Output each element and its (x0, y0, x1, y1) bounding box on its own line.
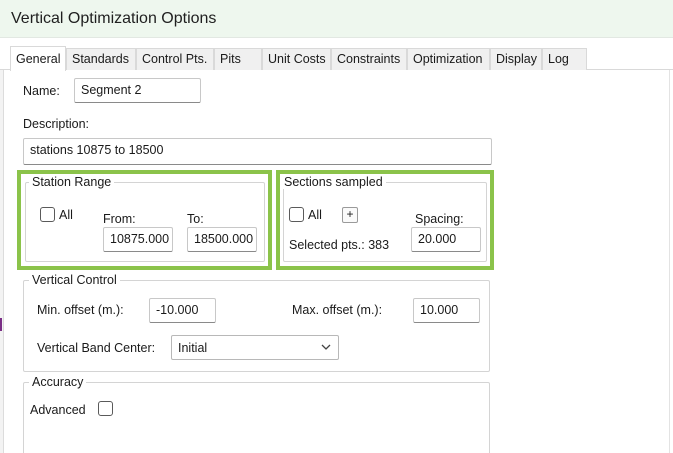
name-field[interactable]: Segment 2 (74, 78, 201, 103)
station-range-title: Station Range (29, 175, 115, 189)
accuracy-group (23, 382, 490, 453)
band-center-label: Vertical Band Center: (37, 341, 156, 355)
add-section-button[interactable]: + (342, 207, 358, 223)
to-field[interactable]: 18500.000 (187, 227, 257, 252)
selected-points-label: Selected pts.: 383 (289, 238, 390, 252)
side-marker (0, 318, 2, 331)
station-range-all-checkbox[interactable] (40, 207, 55, 222)
left-panel-edge (0, 70, 4, 453)
tab-pits[interactable]: Pits (214, 48, 262, 70)
tab-standards[interactable]: Standards (66, 48, 136, 70)
max-offset-field[interactable]: 10.000 (413, 298, 480, 323)
spacing-field[interactable]: 20.000 (411, 227, 481, 252)
sections-all-checkbox[interactable] (289, 207, 304, 222)
accuracy-title: Accuracy (29, 375, 87, 389)
sections-sampled-title: Sections sampled (281, 175, 386, 189)
band-center-select[interactable]: Initial (171, 335, 339, 360)
sections-all-label: All (308, 208, 322, 222)
description-label: Description: (23, 117, 89, 131)
band-center-value: Initial (178, 341, 208, 355)
tab-unit-costs[interactable]: Unit Costs (262, 48, 331, 70)
station-range-all-label: All (59, 208, 73, 222)
advanced-checkbox[interactable] (98, 401, 113, 416)
tab-log[interactable]: Log (542, 48, 587, 70)
chevron-down-icon (321, 344, 331, 350)
right-panel-edge (669, 70, 670, 453)
title-bar: Vertical Optimization Options (0, 0, 673, 38)
window-title: Vertical Optimization Options (11, 10, 217, 27)
tab-optimization[interactable]: Optimization (407, 48, 490, 70)
tab-constraints[interactable]: Constraints (331, 48, 407, 70)
tab-general[interactable]: General (10, 46, 66, 71)
vertical-control-title: Vertical Control (29, 273, 120, 287)
description-field[interactable]: stations 10875 to 18500 (23, 138, 492, 165)
spacing-label: Spacing: (415, 212, 464, 226)
min-offset-field[interactable]: -10.000 (149, 298, 216, 323)
tab-control-pts[interactable]: Control Pts. (136, 48, 214, 70)
from-field[interactable]: 10875.000 (103, 227, 173, 252)
name-label: Name: (23, 84, 60, 98)
from-label: From: (103, 212, 136, 226)
min-offset-label: Min. offset (m.): (37, 303, 124, 317)
tab-display[interactable]: Display (490, 48, 542, 70)
max-offset-label: Max. offset (m.): (292, 303, 383, 317)
advanced-label: Advanced (30, 403, 86, 417)
to-label: To: (187, 212, 204, 226)
